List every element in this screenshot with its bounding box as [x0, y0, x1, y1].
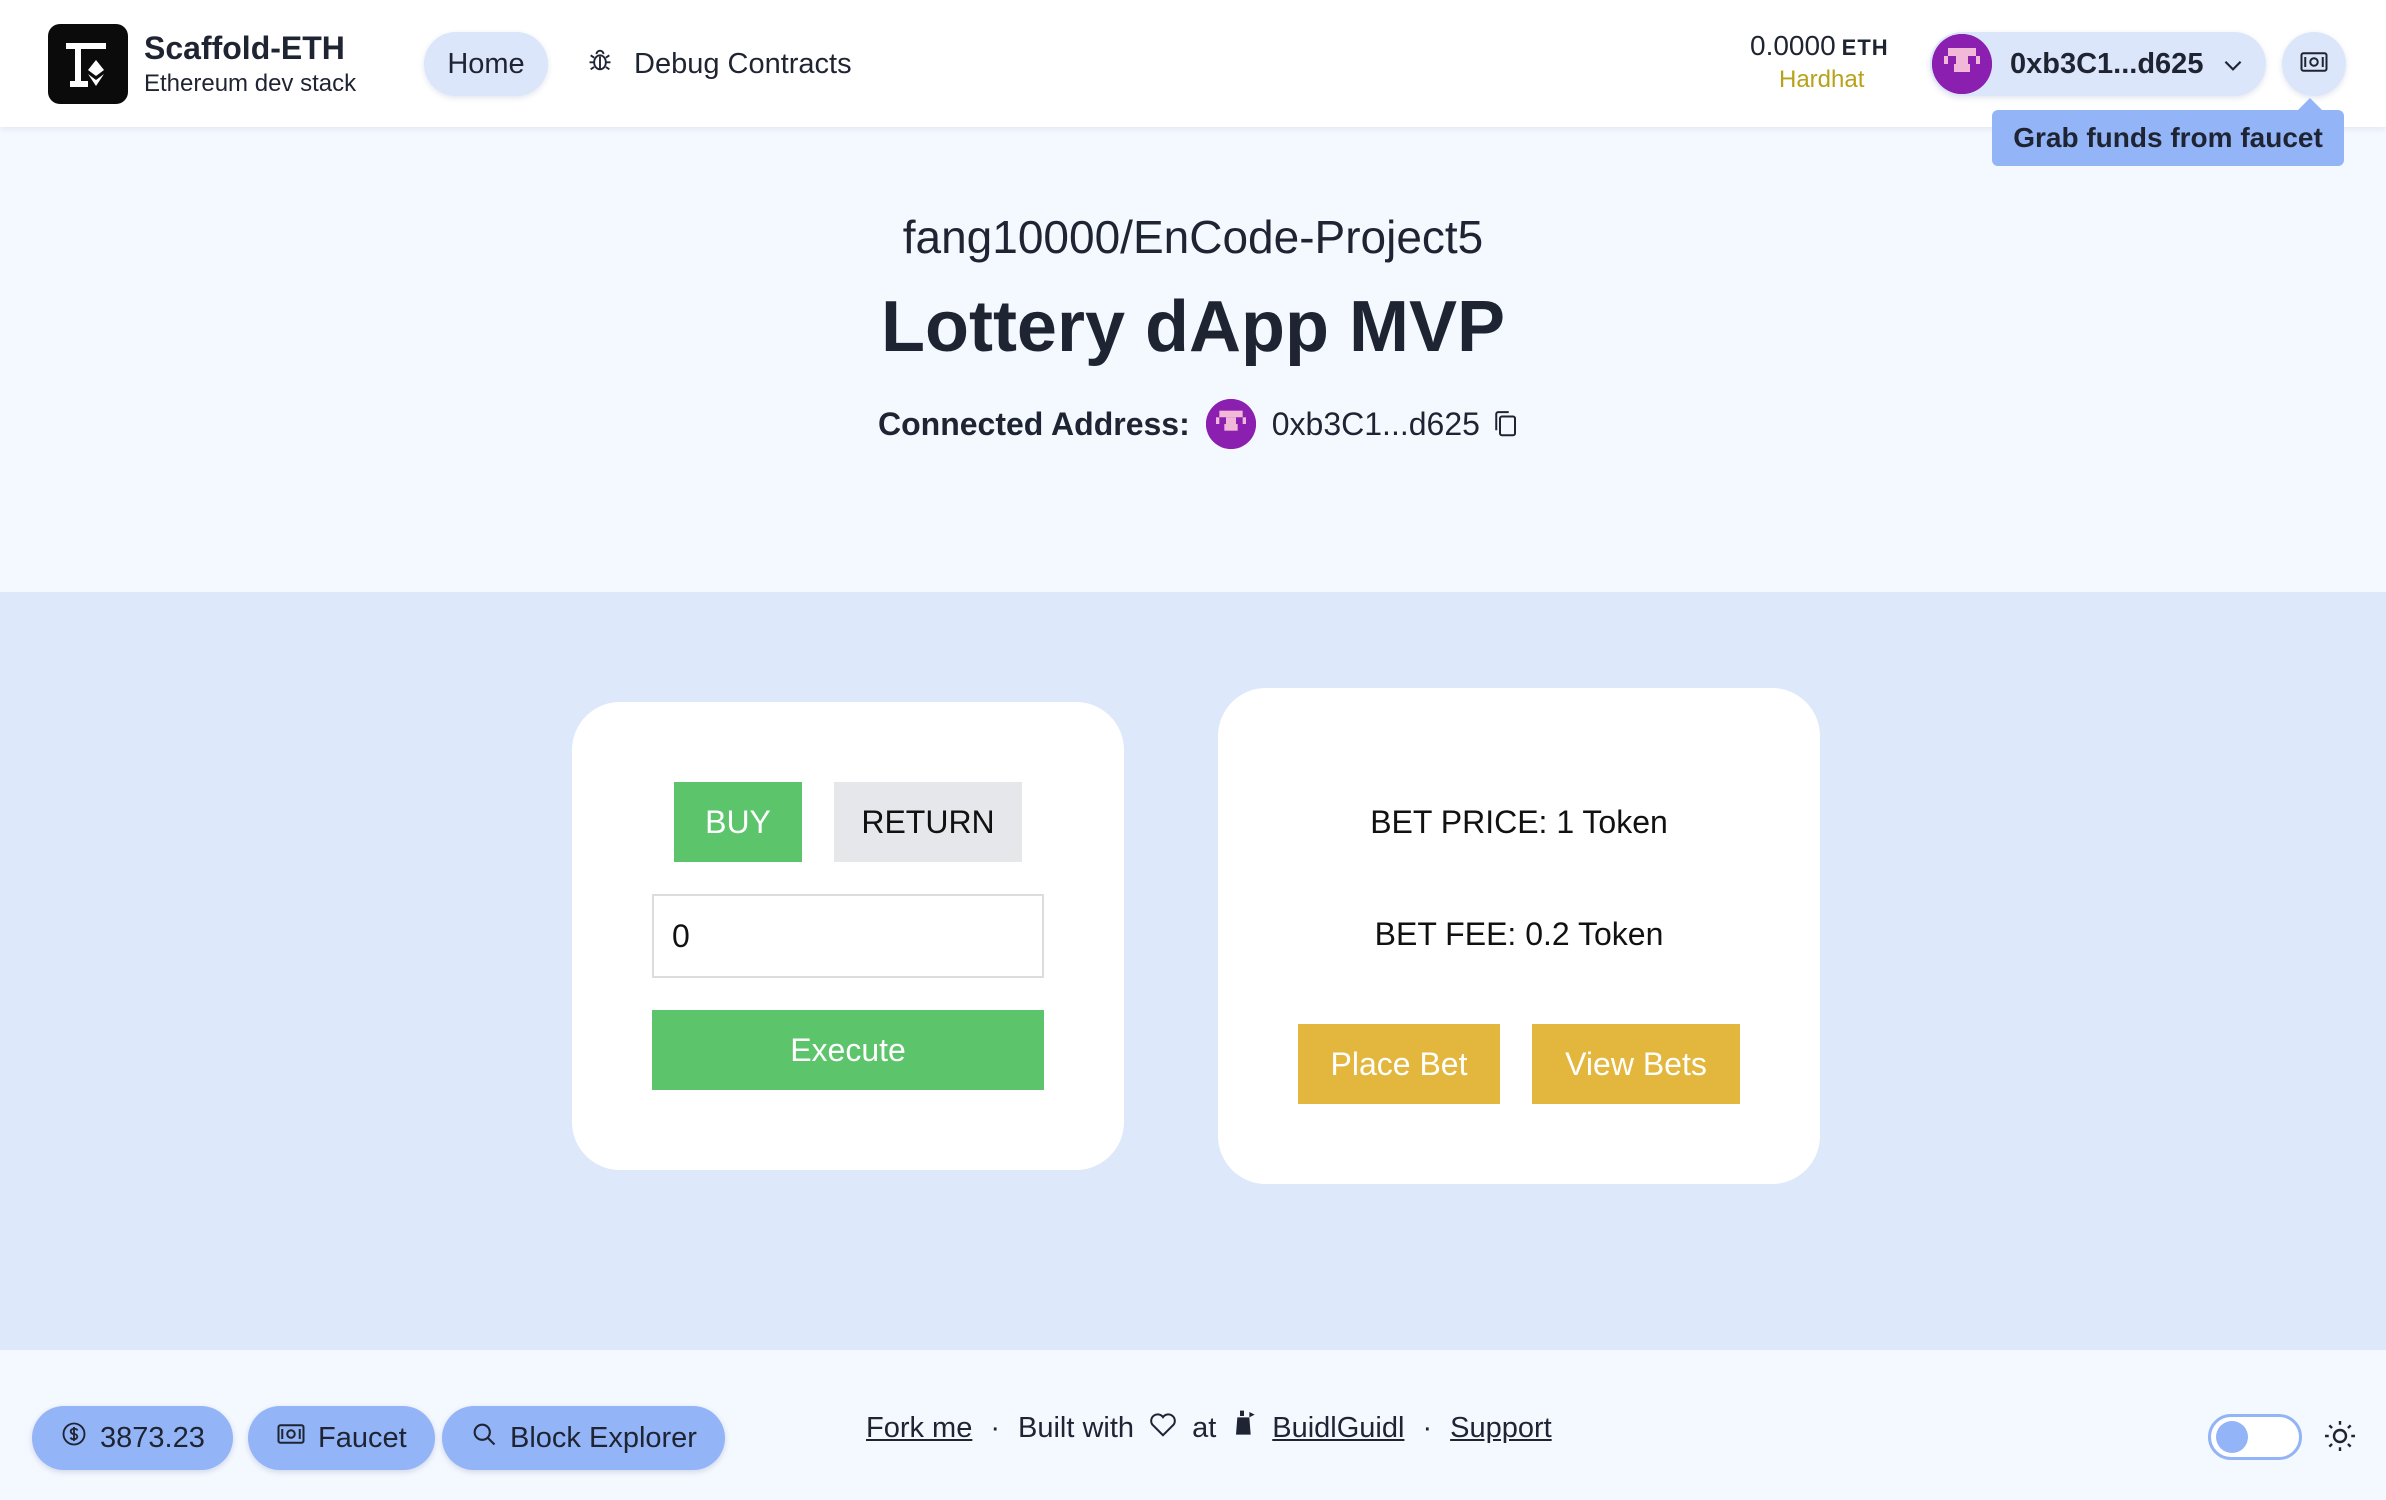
theme-toggle[interactable]	[2208, 1414, 2302, 1460]
dollar-circle-icon	[60, 1420, 88, 1456]
brand-title[interactable]: Scaffold-ETH	[144, 30, 345, 67]
faucet-label: Faucet	[318, 1421, 407, 1454]
faucet-tooltip: Grab funds from faucet	[1992, 98, 2344, 166]
fork-me-link[interactable]: Fork me	[866, 1412, 972, 1445]
main-content-band	[0, 592, 2386, 1350]
account-dropdown-button[interactable]: 0xb3C1...d625	[1930, 32, 2266, 96]
built-with-text: Built with	[1018, 1411, 1135, 1444]
execute-button[interactable]: Execute	[652, 1010, 1044, 1090]
balance-amount: 0.0000	[1750, 30, 1836, 61]
bet-fee-text: BET FEE: 0.2 Token	[1374, 916, 1664, 952]
eth-price-badge[interactable]: 3873.23	[32, 1406, 233, 1470]
top-navbar: Scaffold-ETH Ethereum dev stack Home Deb…	[0, 0, 2386, 127]
eth-price-value: 3873.23	[100, 1421, 205, 1454]
view-bets-button[interactable]: View Bets	[1532, 1024, 1740, 1104]
avatar	[1932, 34, 1992, 94]
network-name: Hardhat	[1779, 66, 1865, 93]
page-title: Lottery dApp MVP	[881, 287, 1505, 367]
balance-unit: ETH	[1841, 35, 1889, 60]
return-tab-button[interactable]: RETURN	[834, 782, 1022, 862]
theme-toggle-knob	[2216, 1421, 2248, 1453]
sun-icon	[2322, 1418, 2358, 1459]
copy-icon[interactable]	[1490, 407, 1520, 441]
separator-dot: ·	[1422, 1411, 1433, 1444]
buidlguidl-link[interactable]: BuidlGuidl	[1272, 1412, 1404, 1445]
block-explorer-button[interactable]: Block Explorer	[442, 1406, 725, 1470]
separator-dot: ·	[990, 1411, 1001, 1444]
balance-display: 0.0000 ETH	[1750, 30, 1889, 62]
avatar	[1205, 399, 1256, 449]
nav-debug-contracts-link[interactable]: Debug Contracts	[586, 32, 852, 96]
heart-icon	[1148, 1410, 1178, 1446]
at-text: at	[1192, 1411, 1217, 1444]
brand-subtitle: Ethereum dev stack	[144, 70, 357, 97]
connected-address-value[interactable]: 0xb3C1...d625	[1272, 406, 1480, 443]
buy-tab-button[interactable]: BUY	[674, 782, 802, 862]
scaffold-eth-logo-icon[interactable]	[48, 24, 128, 104]
faucet-footer-button[interactable]: Faucet	[248, 1406, 435, 1470]
nav-debug-label: Debug Contracts	[634, 47, 852, 80]
connected-address-label: Connected Address:	[878, 405, 1190, 442]
search-icon	[470, 1420, 498, 1456]
place-bet-button[interactable]: Place Bet	[1298, 1024, 1500, 1104]
faucet-button[interactable]	[2282, 32, 2346, 96]
banknote-icon	[276, 1419, 306, 1457]
banknote-icon	[2299, 47, 2329, 82]
support-link[interactable]: Support	[1450, 1412, 1552, 1445]
nav-home-link[interactable]: Home	[424, 32, 548, 96]
repo-name: fang10000/EnCode-Project5	[902, 211, 1484, 263]
castle-icon	[1230, 1408, 1258, 1448]
bet-price-text: BET PRICE: 1 Token	[1370, 804, 1668, 840]
account-address: 0xb3C1...d625	[2010, 48, 2204, 80]
chevron-down-icon	[2220, 52, 2246, 83]
bug-icon	[586, 46, 614, 82]
amount-input[interactable]	[652, 894, 1044, 978]
block-explorer-label: Block Explorer	[510, 1421, 697, 1454]
footer-links: Fork me · Built with at BuidlGuidl · Sup…	[866, 1408, 1552, 1448]
connected-address-row: Connected Address: 0xb3C1...d625	[878, 396, 1520, 452]
